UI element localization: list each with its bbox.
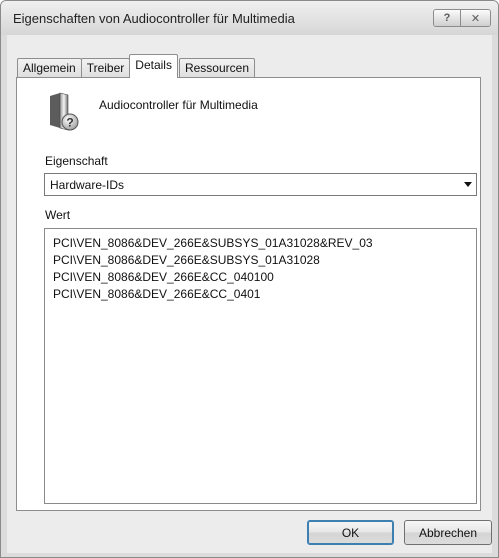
help-button[interactable]: ? [434,10,460,26]
speaker-question-icon: ? [50,92,79,131]
properties-dialog: Eigenschaften von Audiocontroller für Mu… [0,0,499,558]
list-item[interactable]: PCI\VEN_8086&DEV_266E&CC_0401 [53,286,476,303]
list-item[interactable]: PCI\VEN_8086&DEV_266E&SUBSYS_01A31028 [53,252,476,269]
title-bar[interactable]: Eigenschaften von Audiocontroller für Mu… [1,1,498,35]
ok-button[interactable]: OK [307,520,394,545]
cancel-button[interactable]: Abbrechen [404,520,492,545]
dialog-client-area: Allgemein Treiber Details Ressourcen ? A… [7,35,492,553]
tab-treiber[interactable]: Treiber [80,58,131,78]
value-listbox[interactable]: PCI\VEN_8086&DEV_266E&SUBSYS_01A31028&RE… [44,228,477,504]
tab-strip: Allgemein Treiber Details Ressourcen [17,54,255,78]
svg-text:?: ? [66,116,73,130]
list-item[interactable]: PCI\VEN_8086&DEV_266E&CC_040100 [53,269,476,286]
tab-ressourcen[interactable]: Ressourcen [178,58,255,78]
tab-details[interactable]: Details [129,54,178,78]
list-item[interactable]: PCI\VEN_8086&DEV_266E&SUBSYS_01A31028&RE… [53,235,476,252]
window-title: Eigenschaften von Audiocontroller für Mu… [13,11,295,26]
title-bar-buttons: ? ✕ [433,9,491,27]
chevron-down-icon[interactable] [464,182,472,187]
close-button[interactable]: ✕ [460,10,490,26]
property-dropdown-value: Hardware-IDs [50,178,125,192]
tab-allgemein[interactable]: Allgemein [17,58,82,78]
details-tab-panel: ? Audiocontroller für Multimedia Eigensc… [16,77,481,511]
device-name: Audiocontroller für Multimedia [99,98,258,112]
value-label: Wert [45,208,71,222]
property-label: Eigenschaft [45,154,108,168]
property-dropdown[interactable]: Hardware-IDs [44,173,477,196]
